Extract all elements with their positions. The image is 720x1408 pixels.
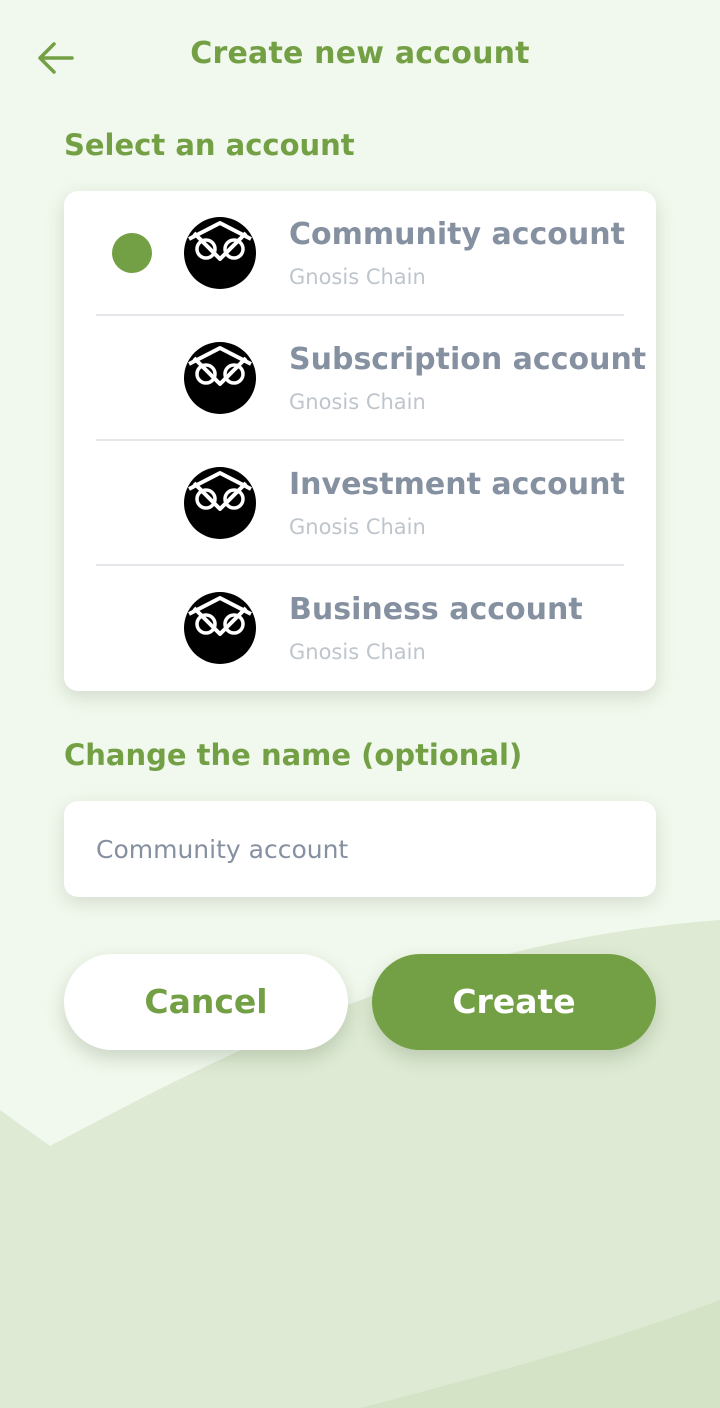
page-title: Create new account <box>190 36 530 71</box>
account-name: Business account <box>289 592 583 627</box>
account-name-input[interactable] <box>64 801 656 897</box>
account-chain: Gnosis Chain <box>289 515 426 539</box>
cancel-button[interactable]: Cancel <box>64 954 348 1050</box>
header: Create new account <box>0 0 720 112</box>
account-name: Subscription account <box>289 342 647 377</box>
create-button[interactable]: Create <box>372 954 656 1050</box>
gnosis-owl-logo-icon <box>184 592 256 664</box>
selected-indicator <box>112 233 152 273</box>
account-option-business[interactable]: Business account Gnosis Chain <box>64 566 656 691</box>
account-option-investment[interactable]: Investment account Gnosis Chain <box>64 441 656 566</box>
gnosis-owl-logo-icon <box>184 342 256 414</box>
account-chain: Gnosis Chain <box>289 640 426 664</box>
account-option-subscription[interactable]: Subscription account Gnosis Chain <box>64 316 656 441</box>
account-chain: Gnosis Chain <box>289 390 426 414</box>
change-name-label: Change the name (optional) <box>64 738 523 772</box>
account-option-community[interactable]: Community account Gnosis Chain <box>64 191 656 316</box>
select-account-label: Select an account <box>64 128 355 162</box>
account-list: Community account Gnosis Chain Subscript… <box>64 191 656 691</box>
gnosis-owl-logo-icon <box>184 217 256 289</box>
gnosis-owl-logo-icon <box>184 467 256 539</box>
account-chain: Gnosis Chain <box>289 265 426 289</box>
account-name: Investment account <box>289 467 625 502</box>
account-name: Community account <box>289 217 625 252</box>
